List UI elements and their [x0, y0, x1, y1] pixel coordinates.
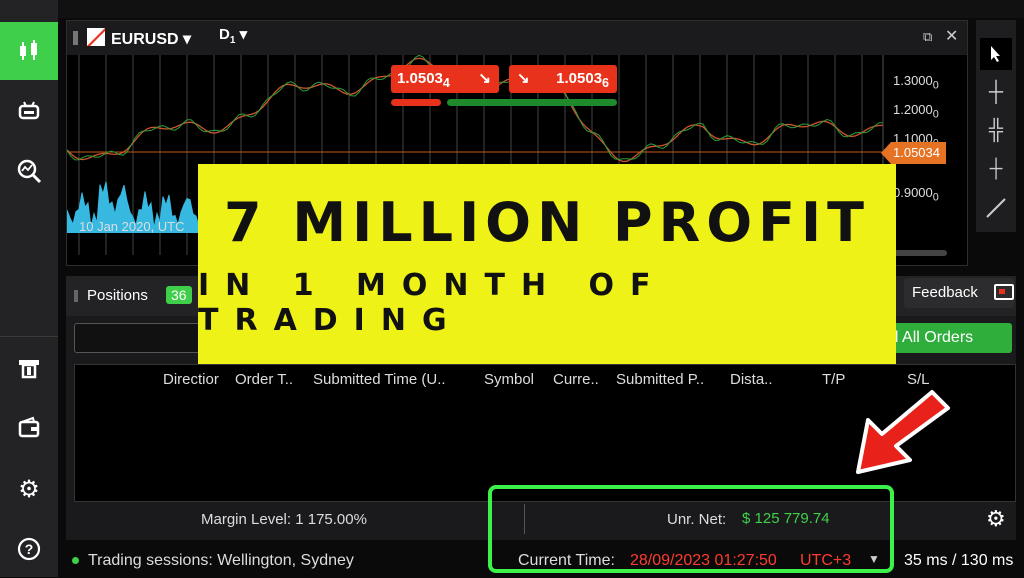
- column-header[interactable]: Directior: [163, 365, 219, 395]
- symbol-label: EURUSD: [111, 31, 179, 48]
- close-icon[interactable]: ✕: [945, 26, 958, 46]
- banner-subtitle: IN 1 MONTH OF TRADING: [198, 267, 667, 338]
- margin-value: 1 175.00%: [295, 511, 367, 528]
- symbol-selector[interactable]: EURUSD ▾: [111, 29, 191, 49]
- buy-button[interactable]: ↘ 1.05036: [509, 65, 617, 93]
- sidebar-divider: [0, 336, 58, 337]
- eurusd-flag-icon: [87, 28, 105, 46]
- feedback-chat-icon: [994, 284, 1014, 300]
- column-header[interactable]: Curre..: [553, 365, 599, 395]
- margin-level: Margin Level: 1 175.00%: [201, 511, 367, 528]
- popout-icon[interactable]: ⧉: [923, 29, 932, 45]
- buy-price-pip: 6: [602, 76, 609, 90]
- headline-banner: 7 MILLION PROFIT IN 1 MONTH OF TRADING: [198, 164, 896, 364]
- settings-gear-icon[interactable]: ⚙: [986, 506, 1006, 532]
- horizontal-line-icon[interactable]: ┼: [980, 152, 1012, 184]
- column-header[interactable]: Submitted Time (U..: [313, 365, 446, 395]
- highlight-frame: [488, 485, 894, 573]
- sell-price-pip: 4: [442, 76, 450, 90]
- session-status-dot-icon: [72, 557, 79, 564]
- chart-date-label: 10 Jan 2020, UTC: [79, 219, 185, 234]
- column-header[interactable]: T/P: [822, 365, 845, 395]
- cursor-icon[interactable]: [980, 38, 1012, 70]
- chart-candles-icon[interactable]: [0, 22, 58, 80]
- trendline-icon[interactable]: [980, 192, 1012, 224]
- svg-text:?: ?: [25, 541, 34, 557]
- feedback-button[interactable]: Feedback: [904, 278, 1014, 308]
- robot-icon[interactable]: [0, 82, 58, 140]
- timeframe-label: D: [219, 26, 230, 43]
- sell-arrow-icon: ↘: [478, 70, 491, 87]
- current-price-tag: 1.05034: [881, 142, 946, 164]
- sell-volume-bar: [391, 99, 441, 106]
- column-header[interactable]: Symbol: [484, 365, 534, 395]
- sell-button[interactable]: 1.05034 ↘: [391, 65, 499, 93]
- left-sidebar: ⚙ ?: [0, 0, 58, 577]
- margin-label: Margin Level:: [201, 511, 292, 528]
- timeframe-sub: 1: [229, 35, 236, 46]
- top-toolbar-strip: [58, 0, 1024, 18]
- chart-header: EURUSD ▾ D1 ▾ ⧉ ✕: [67, 21, 967, 55]
- trading-sessions: Trading sessions: Wellington, Sydney: [88, 552, 354, 569]
- wallet-icon[interactable]: [0, 398, 58, 456]
- column-header[interactable]: Submitted P..: [616, 365, 704, 395]
- positions-count-badge: 36: [166, 286, 192, 304]
- red-arrow-icon: [856, 390, 950, 474]
- crosshair-icon[interactable]: ┼: [980, 76, 1012, 108]
- crosshair-dotted-icon[interactable]: ╬: [980, 114, 1012, 146]
- drag-handle-icon[interactable]: [74, 290, 78, 302]
- price-tick-1: 1.30000: [893, 73, 939, 92]
- latency: 35 ms / 130 ms: [904, 552, 1014, 569]
- market-search-icon[interactable]: [0, 142, 58, 200]
- feedback-label: Feedback: [912, 284, 978, 301]
- drag-handle-icon[interactable]: [73, 31, 78, 45]
- buy-arrow-icon: ↘: [517, 70, 530, 87]
- buy-volume-bar: [447, 99, 617, 106]
- tab-positions[interactable]: Positions: [87, 287, 148, 304]
- price-tick-2: 1.20000: [893, 102, 939, 121]
- timeframe-selector[interactable]: D1 ▾: [219, 25, 247, 46]
- banner-title: 7 MILLION PROFIT: [224, 190, 870, 254]
- settings-gear-icon[interactable]: ⚙: [0, 460, 58, 518]
- buy-price: 1.0503: [556, 70, 603, 87]
- price-tick-5: 0.90000: [893, 185, 939, 204]
- column-header[interactable]: Order T..: [235, 365, 293, 395]
- atm-icon[interactable]: [0, 340, 58, 398]
- column-header[interactable]: Dista..: [730, 365, 773, 395]
- sell-price: 1.0503: [397, 70, 443, 87]
- help-icon[interactable]: ?: [0, 520, 58, 578]
- drawing-tools-panel: ┼ ╬ ┼: [976, 20, 1016, 232]
